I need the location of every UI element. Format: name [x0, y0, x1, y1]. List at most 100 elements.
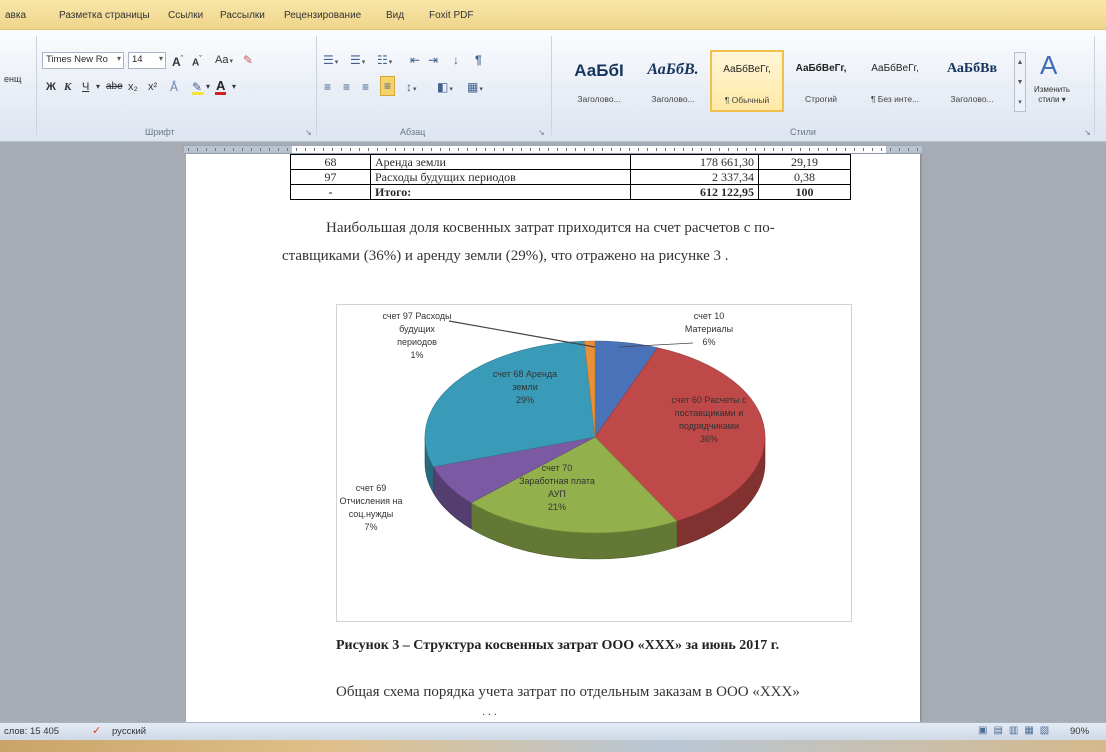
ruler-tick — [719, 148, 720, 151]
ruler-tick — [251, 148, 252, 151]
ruler-tick — [350, 148, 351, 151]
show-marks-icon[interactable]: ¶ — [475, 51, 482, 69]
ruler-tick — [710, 148, 711, 151]
style-heading3[interactable]: АаБбВв Заголово... — [932, 50, 1012, 112]
style-name: Заголово... — [651, 94, 695, 104]
highlight-dropdown[interactable]: ▾ — [204, 78, 212, 96]
group-divider — [36, 36, 37, 135]
numbering-icon[interactable]: ☰▾ — [350, 51, 365, 72]
tab-insert-partial[interactable]: авка — [2, 8, 29, 23]
ruler-tick — [593, 148, 594, 151]
ruler-tick — [341, 148, 342, 151]
ruler-tick — [917, 148, 918, 151]
change-styles-icon[interactable]: A — [1040, 50, 1057, 80]
dialog-launcher-icon[interactable]: ↘ — [1084, 128, 1091, 137]
ruler-margin-left — [184, 146, 292, 153]
ruler-tick — [530, 148, 531, 151]
dialog-launcher-icon[interactable]: ↘ — [538, 128, 545, 137]
ruler-tick — [233, 148, 234, 151]
ruler-tick — [620, 148, 621, 151]
ruler-tick — [647, 148, 648, 151]
ruler-tick — [800, 148, 801, 151]
table-cell-account: 97 — [290, 169, 371, 185]
style-normal[interactable]: АаБбВеГг, ¶ Обычный — [710, 50, 784, 112]
tab-page-layout[interactable]: Разметка страницы — [56, 8, 153, 23]
align-left-icon[interactable]: ≡ — [324, 78, 331, 96]
multilevel-list-icon[interactable]: ☷▾ — [377, 51, 392, 72]
ruler-tick — [566, 148, 567, 151]
view-buttons[interactable]: ▣▤▥▦▧ — [978, 725, 1055, 736]
document-page[interactable]: 68 Аренда земли 178 661,30 29,19 97 Расходы б… — [186, 154, 920, 722]
language-indicator[interactable]: русский — [112, 726, 146, 737]
style-sample: АаБбВеГг, — [871, 63, 919, 74]
group-label-font: Шрифт — [145, 127, 175, 137]
ruler-tick — [737, 148, 738, 151]
sort-icon[interactable]: ↓ — [453, 51, 459, 69]
dialog-launcher-icon[interactable]: ↘ — [305, 128, 312, 137]
ruler-tick — [854, 148, 855, 151]
text-effects-icon[interactable]: Å — [170, 78, 178, 96]
tab-foxit-pdf[interactable]: Foxit PDF — [426, 8, 476, 23]
font-name-combo[interactable]: Times New Ro ▾ — [42, 52, 124, 69]
ruler-tick — [431, 148, 432, 151]
horizontal-ruler[interactable] — [183, 145, 923, 154]
line-spacing-icon[interactable]: ↕▾ — [406, 78, 417, 99]
spellcheck-icon[interactable]: ✓ — [92, 724, 101, 737]
ruler-tick — [278, 148, 279, 151]
ruler-tick — [404, 148, 405, 151]
highlight-swatch — [192, 92, 204, 95]
table-cell-name: Итого: — [370, 184, 631, 200]
style-strong[interactable]: АаБбВеГг, Строгий — [784, 50, 858, 112]
zoom-level[interactable]: 90% — [1070, 726, 1089, 737]
align-center-icon[interactable]: ≡ — [343, 78, 350, 96]
ruler-tick — [575, 148, 576, 151]
highlight-color-icon[interactable]: ✎ — [192, 78, 204, 96]
tab-references[interactable]: Ссылки — [165, 8, 206, 23]
align-right-icon[interactable]: ≡ — [362, 78, 369, 96]
data-label: счет 69 Отчисления на соц.нужды 7% — [340, 483, 403, 532]
tab-view[interactable]: Вид — [383, 8, 407, 23]
subscript-button[interactable]: x₂ — [126, 78, 140, 96]
grow-font-button[interactable]: Aˆ — [170, 51, 185, 69]
table-cell-amount: 2 337,34 — [630, 169, 759, 185]
ruler-tick — [305, 148, 306, 151]
underline-dropdown[interactable]: ▾ — [94, 78, 102, 96]
style-sample: АаБбВеГг, — [723, 64, 771, 75]
superscript-button[interactable]: x² — [146, 78, 159, 96]
borders-icon[interactable]: ▦▾ — [467, 78, 483, 99]
shrink-font-button[interactable]: Aˇ — [190, 51, 204, 69]
ruler-tick — [674, 148, 675, 151]
justify-icon[interactable]: ≡ — [380, 76, 396, 96]
ruler-tick — [692, 148, 693, 151]
strikethrough-button[interactable]: abe — [104, 78, 125, 96]
style-heading2[interactable]: АаБбВ. Заголово... — [636, 50, 710, 112]
clear-formatting-icon[interactable]: ✎ — [243, 51, 253, 69]
ruler-tick — [242, 148, 243, 151]
decrease-indent-icon[interactable]: ⇤ — [410, 51, 420, 69]
change-styles-button[interactable]: Изменить стили ▾ — [1030, 85, 1074, 104]
tab-mailings[interactable]: Рассылки — [217, 8, 268, 23]
ruler-tick — [323, 148, 324, 151]
font-color-dropdown[interactable]: ▾ — [230, 78, 238, 96]
increase-indent-icon[interactable]: ⇥ — [428, 51, 438, 69]
font-size-combo[interactable]: 14 ▾ — [128, 52, 166, 69]
underline-button[interactable]: Ч — [80, 78, 91, 96]
ruler-tick — [629, 148, 630, 151]
bullets-icon[interactable]: ☰▾ — [323, 51, 338, 72]
style-heading1[interactable]: АаБбІ Заголово... — [562, 50, 636, 112]
italic-button[interactable]: К — [62, 78, 73, 96]
tab-review[interactable]: Рецензирование — [281, 8, 364, 23]
font-color-button[interactable]: A — [214, 77, 227, 95]
shading-icon[interactable]: ◧▾ — [437, 78, 453, 99]
ruler-tick — [521, 148, 522, 151]
paste-button-partial[interactable]: енщ — [2, 70, 23, 88]
group-label-styles: Стили — [790, 127, 816, 137]
chart-frame[interactable]: счет 10 Материалы 6% счет 60 Расчеты с поста… — [336, 304, 852, 622]
bold-button[interactable]: Ж — [44, 78, 58, 96]
styles-scroll[interactable]: ▲ ▼ ▾ — [1014, 52, 1026, 112]
ruler-tick — [773, 148, 774, 151]
change-case-button[interactable]: Aa▾ — [213, 51, 235, 69]
word-count[interactable]: слов: 15 405 — [4, 726, 59, 737]
style-no-spacing[interactable]: АаБбВеГг, ¶ Без инте... — [858, 50, 932, 112]
status-bar: слов: 15 405 ✓ русский ▣▤▥▦▧ 90% — [0, 722, 1106, 740]
